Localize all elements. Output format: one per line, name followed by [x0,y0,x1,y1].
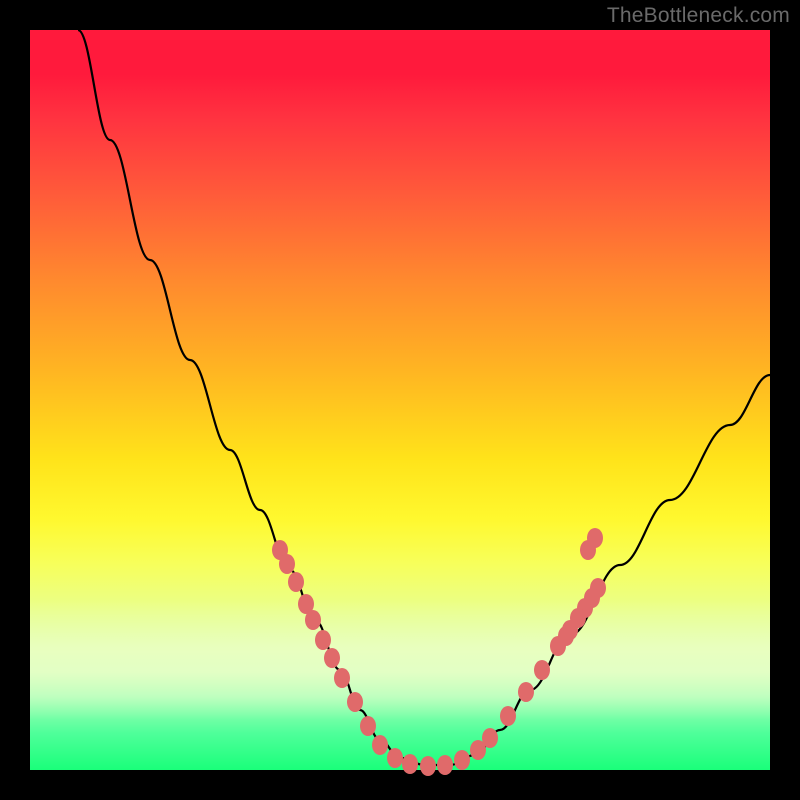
watermark-text: TheBottleneck.com [607,4,790,28]
chart-frame: TheBottleneck.com [0,0,800,800]
plot-gradient-background [30,30,770,770]
